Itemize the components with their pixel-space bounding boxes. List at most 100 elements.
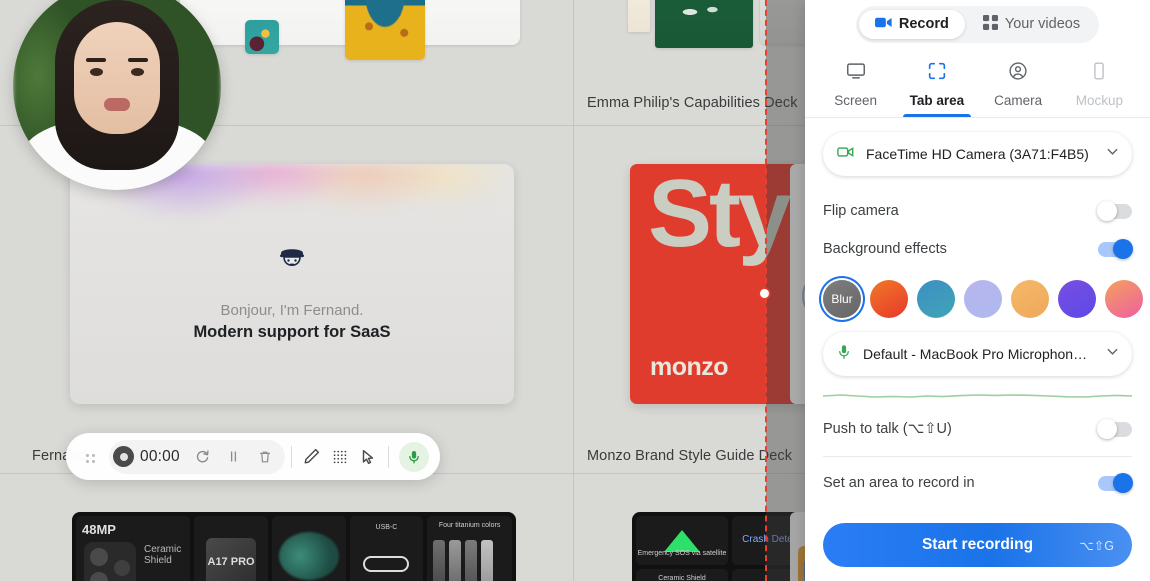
iphone-cell: Emergency SOS via satellite xyxy=(636,516,728,565)
microphone-select[interactable]: Default - MacBook Pro Microphone (... xyxy=(823,332,1132,376)
recording-timer: 00:00 xyxy=(140,447,180,465)
tab-mockup-label: Mockup xyxy=(1075,93,1124,108)
set-area-toggle[interactable] xyxy=(1098,473,1133,493)
background-swatch-list: Blur xyxy=(823,280,1143,318)
iphone-cell-label: USB-C xyxy=(375,524,398,531)
audio-waveform xyxy=(823,382,1132,408)
segmented-control: Record Your videos xyxy=(855,5,1100,43)
pause-icon[interactable] xyxy=(220,443,248,471)
swatch-blur[interactable]: Blur xyxy=(823,280,861,318)
deck-thumbnail[interactable] xyxy=(655,0,753,48)
webcam-brow xyxy=(128,58,148,62)
record-dot-icon[interactable] xyxy=(113,446,134,467)
iphone-cell-label: Ceramic Shield xyxy=(144,544,182,566)
background-effects-toggle[interactable] xyxy=(1098,239,1133,259)
push-to-talk-toggle[interactable] xyxy=(1097,419,1132,439)
video-camera-icon xyxy=(837,145,854,163)
fernand-tagline: Modern support for SaaS xyxy=(193,323,391,341)
person-circle-icon xyxy=(1007,60,1029,85)
swatch-blue-teal[interactable] xyxy=(917,280,955,318)
pen-icon[interactable] xyxy=(298,443,326,471)
start-recording-label: Start recording xyxy=(921,536,1034,553)
iphone-cell-label: Emergency SOS via satellite xyxy=(637,550,727,557)
drag-dots-icon[interactable] xyxy=(77,445,101,469)
deck-thumbnail[interactable] xyxy=(628,0,650,32)
iphone-cell-label: Four titanium colors xyxy=(438,522,501,529)
flip-camera-toggle[interactable] xyxy=(1097,201,1132,221)
microphone-select-value: Default - MacBook Pro Microphone (... xyxy=(863,346,1093,362)
recording-controls-group: 00:00 xyxy=(109,439,285,474)
deck-thumbnail[interactable] xyxy=(345,0,425,60)
toolbar-divider xyxy=(387,445,389,468)
swatch-peach[interactable] xyxy=(1011,280,1049,318)
trash-icon[interactable] xyxy=(251,443,279,471)
camera-select[interactable]: FaceTime HD Camera (3A71:F4B5) xyxy=(823,132,1132,176)
microphone-icon[interactable] xyxy=(398,441,429,472)
set-area-row: Set an area to record in xyxy=(823,461,1133,505)
recording-area-resize-handle[interactable] xyxy=(760,289,769,298)
iphone-cell: Four titanium colors xyxy=(427,516,512,581)
deck-thumbnail[interactable] xyxy=(245,20,279,54)
dot-grid-icon[interactable] xyxy=(326,443,354,471)
recorder-panel: Record Your videos Screen Tab area Camer… xyxy=(805,0,1150,581)
column-divider xyxy=(573,0,574,581)
start-recording-shortcut: ⌥⇧G xyxy=(1079,538,1114,553)
panel-footer: Start recording ⌥⇧G xyxy=(805,513,1150,581)
webcam-eye xyxy=(90,68,103,76)
webcam-mouth xyxy=(104,98,130,111)
webcam-person-face xyxy=(74,22,160,134)
iphone-cell: A17 PRO xyxy=(194,516,268,581)
video-camera-icon xyxy=(874,16,892,33)
iphone-cell: 48MP Ceramic Shield xyxy=(76,516,191,581)
set-area-label: Set an area to record in xyxy=(823,475,975,491)
panel-divider xyxy=(823,456,1132,457)
restart-icon[interactable] xyxy=(189,443,217,471)
microphone-icon xyxy=(837,344,851,365)
swatch-periwinkle[interactable] xyxy=(964,280,1002,318)
fernand-slide-card[interactable]: Bonjour, I'm Fernand. Modern support for… xyxy=(70,164,514,404)
iphone-cell-label: A17 PRO xyxy=(207,556,255,568)
webcam-bubble[interactable] xyxy=(13,0,221,190)
toolbar-divider xyxy=(290,445,292,468)
tab-record-label: Record xyxy=(898,16,949,32)
tab-tab-area[interactable]: Tab area xyxy=(897,54,977,117)
tab-your-videos-label: Your videos xyxy=(1004,16,1081,32)
phone-icon xyxy=(1088,60,1110,85)
chevron-down-icon xyxy=(1105,344,1120,364)
swatch-blur-label: Blur xyxy=(831,292,853,306)
panel-segment-bar: Record Your videos xyxy=(805,0,1150,48)
tab-camera-label: Camera xyxy=(994,93,1043,108)
push-to-talk-row: Push to talk (⌥⇧U) xyxy=(823,410,1132,448)
iphone-cell: Ceramic Shield xyxy=(636,569,728,581)
tab-mockup[interactable]: Mockup xyxy=(1059,54,1139,117)
iphone-cell-label: 48MP xyxy=(82,522,116,537)
monitor-icon xyxy=(845,60,867,85)
monzo-wordmark: monzo xyxy=(650,353,729,381)
cursor-arrow-icon[interactable] xyxy=(354,443,382,471)
monzo-headline: Sty xyxy=(648,164,791,267)
swatch-red-orange[interactable] xyxy=(870,280,908,318)
camera-select-value: FaceTime HD Camera (3A71:F4B5) xyxy=(866,146,1089,162)
webcam-eye xyxy=(131,68,144,76)
iphone-slide-card[interactable]: 48MP Ceramic Shield A17 PRO Super-high-r… xyxy=(72,512,516,581)
fernand-greeting: Bonjour, I'm Fernand. xyxy=(220,302,364,319)
tab-camera[interactable]: Camera xyxy=(978,54,1058,117)
deck-label-monzo: Monzo Brand Style Guide Deck xyxy=(587,448,793,464)
recording-toolbar[interactable]: 00:00 xyxy=(66,433,440,480)
webcam-brow xyxy=(86,58,106,62)
start-recording-button[interactable]: Start recording ⌥⇧G xyxy=(823,523,1132,567)
grid-icon xyxy=(982,14,998,34)
panel-settings: FaceTime HD Camera (3A71:F4B5) Flip came… xyxy=(805,118,1150,513)
capture-mode-tabs: Screen Tab area Camera Mockup xyxy=(805,48,1150,118)
tab-record[interactable]: Record xyxy=(858,9,965,39)
tab-your-videos[interactable]: Your videos xyxy=(967,9,1096,40)
tab-tab-area-label: Tab area xyxy=(909,93,965,108)
crop-frame-icon xyxy=(926,60,948,85)
background-effects-row: Background effects xyxy=(823,230,1133,268)
push-to-talk-label: Push to talk (⌥⇧U) xyxy=(823,421,952,437)
swatch-violet[interactable] xyxy=(1058,280,1096,318)
screen-root: Emma Philip's Capabilities Deck Bonjour,… xyxy=(0,0,1150,581)
swatch-pink-orange[interactable] xyxy=(1105,280,1143,318)
chevron-down-icon xyxy=(1105,144,1120,164)
tab-screen[interactable]: Screen xyxy=(816,54,896,117)
